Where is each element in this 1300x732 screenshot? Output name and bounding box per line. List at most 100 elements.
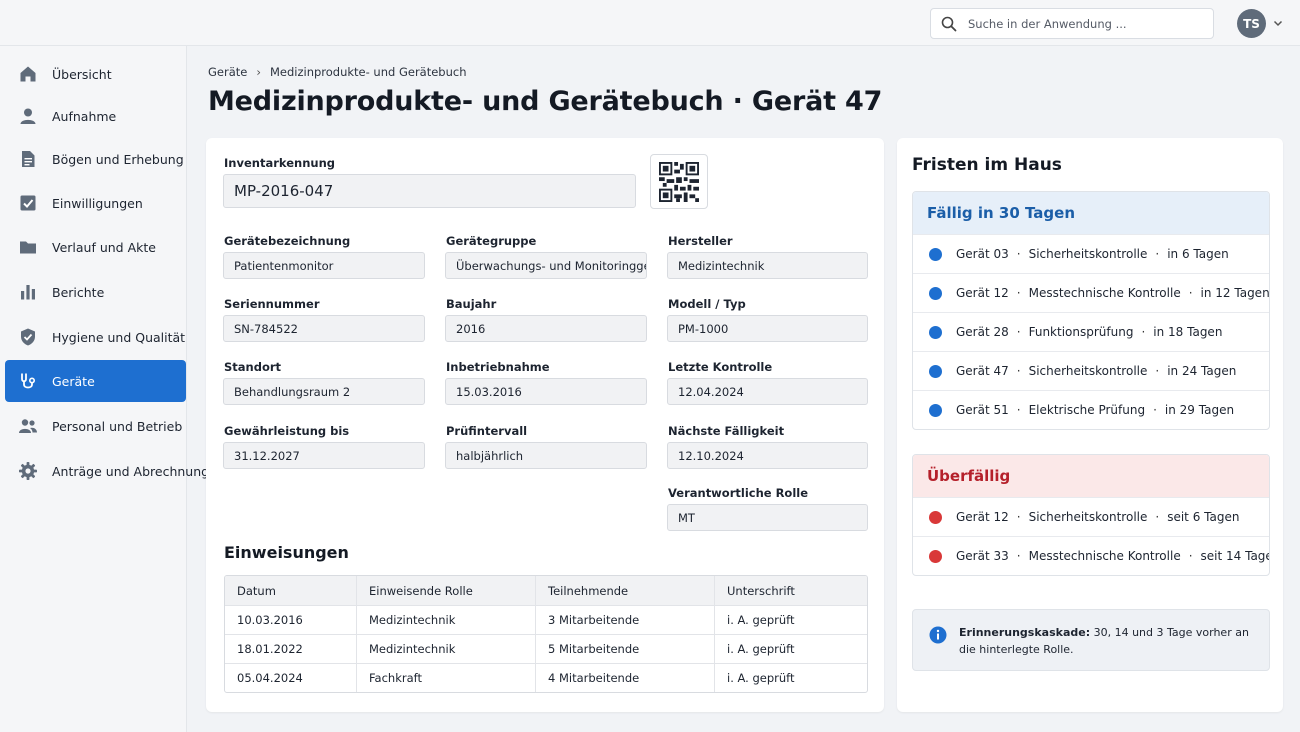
- chevron-down-icon[interactable]: [1272, 17, 1284, 29]
- sidebar-item-hygiene[interactable]: Hygiene und Qualität: [5, 316, 186, 358]
- table-cell: 10.03.2016: [237, 613, 303, 627]
- sidebar-item-berichte[interactable]: Berichte: [5, 271, 186, 313]
- inventory-field[interactable]: MP-2016-047: [223, 174, 636, 208]
- search-input[interactable]: [968, 16, 1198, 31]
- item-device: Gerät 51: [956, 403, 1009, 417]
- item-separator: ·: [1016, 403, 1021, 417]
- sidebar-item-einwilligungen[interactable]: Einwilligungen: [5, 182, 186, 224]
- group-field[interactable]: Überwachungs- und Monitoringgeräte: [445, 252, 647, 279]
- trainings-table: Datum Einweisende Rolle Teilnehmende Unt…: [224, 575, 868, 693]
- item-separator: ·: [1188, 549, 1193, 563]
- item-when: in 29 Tagen: [1164, 403, 1235, 417]
- model-field[interactable]: PM-1000: [667, 315, 868, 342]
- warranty-field[interactable]: 31.12.2027: [223, 442, 425, 469]
- table-cell: i. A. geprüft: [714, 664, 867, 692]
- interval-label: Prüfintervall: [446, 424, 528, 438]
- item-check: Funktionsprüfung: [1028, 325, 1134, 339]
- deadlines-card: Fristen im Haus Fällig in 30 Tagen Gerät…: [897, 138, 1283, 712]
- qr-code[interactable]: [650, 154, 708, 209]
- table-row[interactable]: 18.01.2022 Medizintechnik 5 Mitarbeitend…: [225, 634, 867, 663]
- item-device: Gerät 12: [956, 286, 1009, 300]
- table-row[interactable]: 05.04.2024 Fachkraft 4 Mitarbeitende i. …: [225, 663, 867, 692]
- item-device: Gerät 12: [956, 510, 1009, 524]
- table-cell: 5 Mitarbeitende: [535, 635, 714, 663]
- table-row[interactable]: 10.03.2016 Medizintechnik 3 Mitarbeitend…: [225, 605, 867, 634]
- checkbox-icon: [20, 195, 36, 211]
- sidebar-item-verlauf[interactable]: Verlauf und Akte: [5, 226, 186, 268]
- interval-field[interactable]: halbjährlich: [445, 442, 647, 469]
- item-when: seit 6 Tagen: [1167, 510, 1240, 524]
- list-item[interactable]: Gerät 28 · Funktionsprüfung · in 18 Tage…: [913, 312, 1269, 351]
- search-box[interactable]: [930, 8, 1214, 39]
- sidebar: Übersicht Aufnahme Bögen und Erhebung Ei…: [0, 46, 209, 732]
- table-cell: 4 Mitarbeitende: [535, 664, 714, 692]
- year-field[interactable]: 2016: [445, 315, 647, 342]
- table-cell: Fachkraft: [356, 664, 535, 692]
- inventory-label: Inventarkennung: [224, 156, 335, 170]
- status-dot: [929, 549, 942, 563]
- status-dot: [929, 364, 942, 378]
- list-item[interactable]: Gerät 47 · Sicherheitskontrolle · in 24 …: [913, 351, 1269, 390]
- sidebar-item-geraete[interactable]: Geräte: [5, 360, 186, 402]
- sidebar-item-uebersicht[interactable]: Übersicht: [5, 53, 186, 95]
- item-separator: ·: [1153, 403, 1157, 417]
- sidebar-item-label: Hygiene und Qualität: [52, 329, 186, 345]
- last-check-field[interactable]: 12.04.2024: [667, 378, 868, 405]
- commissioning-field[interactable]: 15.03.2016: [445, 378, 647, 405]
- overdue-title: Überfällig: [913, 455, 1269, 497]
- manufacturer-field[interactable]: Medizintechnik: [667, 252, 868, 279]
- item-device: Gerät 47: [956, 364, 1009, 378]
- item-device: Gerät 28: [956, 325, 1009, 339]
- sidebar-item-aufnahme[interactable]: Aufnahme: [5, 95, 186, 137]
- item-device: Gerät 33: [956, 549, 1009, 563]
- table-cell: Medizintechnik: [356, 635, 535, 663]
- due-soon-panel: Fällig in 30 Tagen Gerät 03 · Sicherheit…: [912, 191, 1270, 430]
- overdue-panel: Überfällig Gerät 12 · Sicherheitskontrol…: [912, 454, 1270, 576]
- item-device: Gerät 03: [956, 247, 1009, 261]
- breadcrumb: Geräte › Medizinprodukte- und Gerätebuch: [208, 65, 467, 79]
- list-item[interactable]: Gerät 03 · Sicherheitskontrolle · in 6 T…: [913, 234, 1269, 273]
- stethoscope-icon: [21, 373, 36, 389]
- sidebar-item-antraege[interactable]: Anträge und Abrechnung: [5, 450, 209, 492]
- item-check: Elektrische Prüfung: [1028, 403, 1146, 417]
- serial-field[interactable]: SN-784522: [223, 315, 425, 342]
- column-header: Teilnehmende: [535, 576, 714, 605]
- item-separator: ·: [1141, 325, 1146, 339]
- list-item[interactable]: Gerät 51 · Elektrische Prüfung · in 29 T…: [913, 390, 1269, 429]
- item-separator: ·: [1155, 510, 1160, 524]
- breadcrumb-parent-link[interactable]: Geräte: [208, 65, 247, 79]
- item-when: in 12 Tagen: [1200, 286, 1270, 300]
- location-label: Standort: [224, 360, 282, 374]
- item-when: in 24 Tagen: [1167, 364, 1237, 378]
- search-icon: [941, 16, 957, 31]
- avatar[interactable]: TS: [1237, 9, 1266, 38]
- sidebar-item-label: Anträge und Abrechnung: [52, 463, 210, 479]
- list-item[interactable]: Gerät 12 · Sicherheitskontrolle · seit 6…: [913, 497, 1269, 536]
- role-field[interactable]: MT: [667, 504, 868, 531]
- item-when: in 18 Tagen: [1153, 325, 1223, 339]
- table-cell: i. A. geprüft: [714, 635, 867, 663]
- item-separator: ·: [1188, 286, 1193, 300]
- next-due-field[interactable]: 12.10.2024: [667, 442, 868, 469]
- sidebar-item-personal[interactable]: Personal und Betrieb: [5, 405, 186, 447]
- status-dot: [929, 325, 942, 339]
- item-separator: ·: [1016, 510, 1021, 524]
- location-field[interactable]: Behandlungsraum 2: [223, 378, 425, 405]
- trainings-title: Einweisungen: [224, 543, 349, 562]
- table-cell: 05.04.2024: [237, 671, 303, 685]
- list-item[interactable]: Gerät 33 · Messtechnische Kontrolle · se…: [913, 536, 1269, 575]
- column-header: Einweisende Rolle: [356, 576, 535, 605]
- designation-label: Gerätebezeichnung: [224, 234, 351, 248]
- gear-icon: [19, 462, 37, 480]
- reminder-info-box: Erinnerungskaskade: 30, 14 und 3 Tage vo…: [912, 609, 1270, 671]
- status-dot: [929, 247, 942, 261]
- status-dot: [929, 510, 942, 524]
- designation-field[interactable]: Patientenmonitor: [223, 252, 425, 279]
- sidebar-item-boegen[interactable]: Bögen und Erhebung: [5, 138, 186, 180]
- list-item[interactable]: Gerät 12 · Messtechnische Kontrolle · in…: [913, 273, 1269, 312]
- column-header: Datum: [237, 583, 276, 598]
- next-due-label: Nächste Fälligkeit: [668, 424, 785, 438]
- document-icon: [22, 151, 35, 167]
- deadlines-title: Fristen im Haus: [912, 155, 1062, 175]
- item-separator: ·: [1016, 247, 1021, 261]
